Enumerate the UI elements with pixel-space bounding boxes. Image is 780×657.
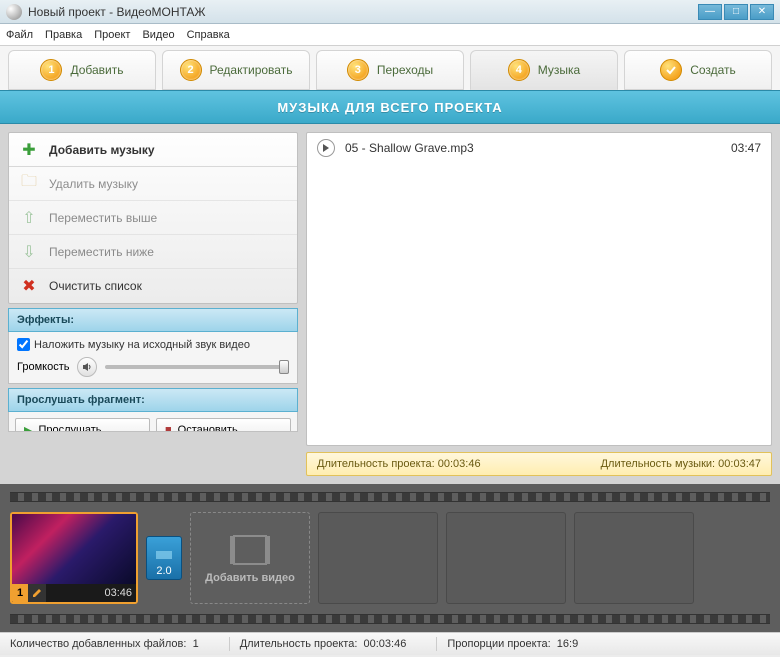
- duration-bar: Длительность проекта: 00:03:46 Длительно…: [306, 452, 772, 476]
- tab-create[interactable]: Создать: [624, 50, 772, 90]
- check-icon: [660, 59, 682, 81]
- maximize-button[interactable]: □: [724, 4, 748, 20]
- button-label: Прослушать: [38, 424, 101, 432]
- tab-label: Создать: [690, 63, 736, 77]
- music-section-header: МУЗЫКА ДЛЯ ВСЕГО ПРОЕКТА: [0, 90, 780, 124]
- arrow-down-icon: ⇩: [19, 242, 39, 262]
- minimize-button[interactable]: —: [698, 4, 722, 20]
- stop-icon: ■: [165, 424, 172, 432]
- status-duration: Длительность проекта: 00:03:46: [240, 638, 427, 650]
- empty-slot: [318, 512, 438, 604]
- button-label: Добавить музыку: [49, 143, 155, 157]
- speaker-icon[interactable]: [77, 357, 97, 377]
- button-label: Остановить: [178, 424, 238, 432]
- film-icon: [230, 532, 270, 568]
- app-icon: [6, 4, 22, 20]
- music-duration: Длительность музыки: 00:03:47: [601, 458, 761, 470]
- play-icon: ▶: [24, 424, 32, 433]
- transition-duration: 2.0: [156, 565, 171, 577]
- filmstrip-bottom: [10, 614, 770, 624]
- clip-duration: 03:46: [46, 587, 136, 599]
- preview-header: Прослушать фрагмент:: [8, 388, 298, 412]
- status-ratio: Пропорции проекта: 16:9: [447, 638, 598, 650]
- tab-add[interactable]: 1 Добавить: [8, 50, 156, 90]
- step-number-icon: 1: [40, 59, 62, 81]
- clip-thumbnail: [12, 514, 136, 584]
- move-down-button[interactable]: ⇩ Переместить ниже: [9, 235, 297, 269]
- work-area: ✚ Добавить музыку 🗀 Удалить музыку ⇧ Пер…: [0, 124, 780, 484]
- delete-icon: ✖: [19, 276, 39, 296]
- track-list-panel: 05 - Shallow Grave.mp3 03:47 Длительност…: [306, 132, 772, 476]
- overlay-checkbox[interactable]: [17, 338, 30, 351]
- button-label: Переместить ниже: [49, 245, 154, 259]
- delete-music-button[interactable]: 🗀 Удалить музыку: [9, 167, 297, 201]
- step-number-icon: 4: [508, 59, 530, 81]
- titlebar: Новый проект - ВидеоМОНТАЖ — □ ✕: [0, 0, 780, 24]
- button-label: Переместить выше: [49, 211, 157, 225]
- volume-slider[interactable]: [105, 365, 289, 369]
- clear-list-button[interactable]: ✖ Очистить список: [9, 269, 297, 303]
- close-button[interactable]: ✕: [750, 4, 774, 20]
- track-play-button[interactable]: [317, 139, 335, 157]
- window-title: Новый проект - ВидеоМОНТАЖ: [28, 5, 696, 19]
- move-up-button[interactable]: ⇧ Переместить выше: [9, 201, 297, 235]
- clip-row: 1 03:46 2.0 Добавить видео: [10, 502, 770, 614]
- tab-music[interactable]: 4 Музыка: [470, 50, 618, 90]
- clip-index: 1: [12, 584, 28, 602]
- preview-stop-button[interactable]: ■ Остановить: [156, 418, 291, 432]
- preview-panel: ▶ Прослушать ■ Остановить: [8, 412, 298, 432]
- music-actions-panel: ✚ Добавить музыку 🗀 Удалить музыку ⇧ Пер…: [8, 132, 298, 476]
- button-label: Очистить список: [49, 279, 142, 293]
- track-name: 05 - Shallow Grave.mp3: [345, 141, 721, 155]
- tab-label: Переходы: [377, 63, 433, 77]
- menu-bar: Файл Правка Проект Видео Справка: [0, 24, 780, 46]
- clip-edit-icon[interactable]: [28, 584, 46, 602]
- menu-video[interactable]: Видео: [142, 29, 174, 41]
- step-number-icon: 3: [347, 59, 369, 81]
- status-files: Количество добавленных файлов: 1: [10, 638, 219, 650]
- video-clip[interactable]: 1 03:46: [10, 512, 138, 604]
- menu-file[interactable]: Файл: [6, 29, 33, 41]
- add-music-button[interactable]: ✚ Добавить музыку: [9, 133, 297, 167]
- add-video-label: Добавить видео: [205, 572, 295, 584]
- project-duration: Длительность проекта: 00:03:46: [317, 458, 481, 470]
- empty-slot: [446, 512, 566, 604]
- effects-header: Эффекты:: [8, 308, 298, 332]
- slider-thumb[interactable]: [279, 360, 289, 374]
- filmstrip-top: [10, 492, 770, 502]
- track-duration: 03:47: [731, 141, 761, 155]
- tab-transitions[interactable]: 3 Переходы: [316, 50, 464, 90]
- wizard-tabs: 1 Добавить 2 Редактировать 3 Переходы 4 …: [0, 46, 780, 90]
- timeline: 1 03:46 2.0 Добавить видео: [0, 484, 780, 632]
- track-row[interactable]: 05 - Shallow Grave.mp3 03:47: [307, 133, 771, 163]
- button-label: Удалить музыку: [49, 177, 138, 191]
- tab-label: Добавить: [70, 63, 123, 77]
- effects-panel: Наложить музыку на исходный звук видео Г…: [8, 332, 298, 384]
- menu-help[interactable]: Справка: [187, 29, 230, 41]
- volume-label: Громкость: [17, 361, 69, 373]
- menu-project[interactable]: Проект: [94, 29, 130, 41]
- transition-icon: [154, 545, 174, 565]
- arrow-up-icon: ⇧: [19, 208, 39, 228]
- track-list[interactable]: 05 - Shallow Grave.mp3 03:47: [306, 132, 772, 446]
- plus-icon: ✚: [19, 140, 39, 160]
- overlay-label: Наложить музыку на исходный звук видео: [34, 339, 250, 351]
- tab-edit[interactable]: 2 Редактировать: [162, 50, 310, 90]
- step-number-icon: 2: [180, 59, 202, 81]
- empty-slot: [574, 512, 694, 604]
- folder-icon: 🗀: [19, 170, 39, 197]
- preview-play-button[interactable]: ▶ Прослушать: [15, 418, 150, 432]
- add-video-button[interactable]: Добавить видео: [190, 512, 310, 604]
- transition-block[interactable]: 2.0: [146, 536, 182, 580]
- overlay-checkbox-row[interactable]: Наложить музыку на исходный звук видео: [17, 338, 289, 351]
- menu-edit[interactable]: Правка: [45, 29, 82, 41]
- status-bar: Количество добавленных файлов: 1 Длитель…: [0, 632, 780, 655]
- tab-label: Музыка: [538, 63, 580, 77]
- tab-label: Редактировать: [210, 63, 293, 77]
